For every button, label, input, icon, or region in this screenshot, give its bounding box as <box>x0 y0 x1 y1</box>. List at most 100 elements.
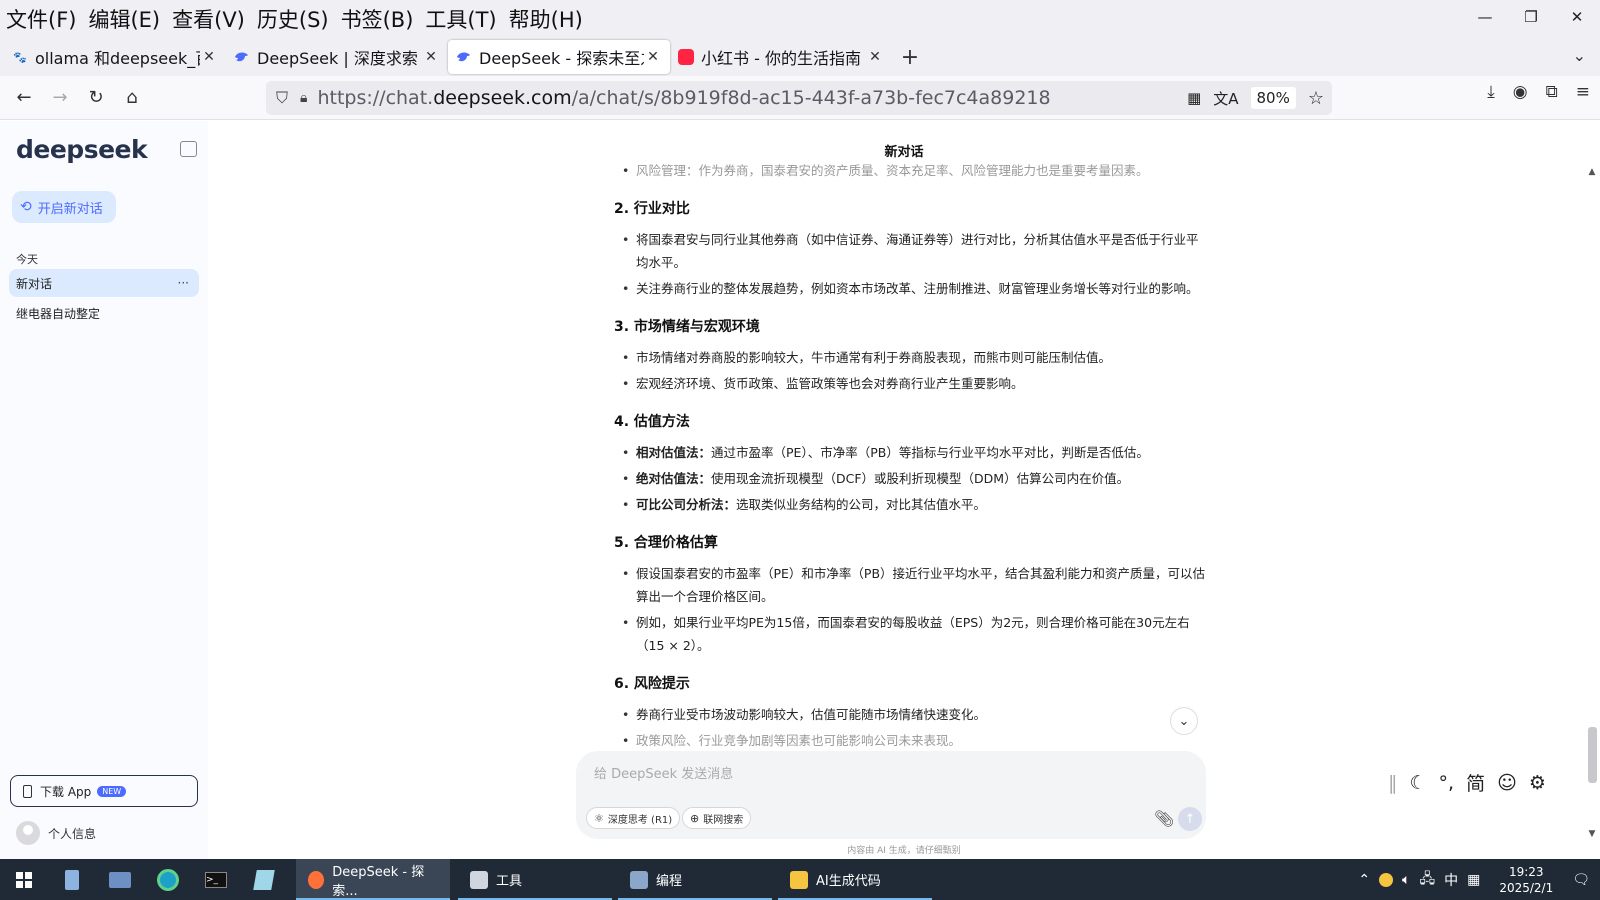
paperclip-icon[interactable]: 📎︎ <box>1154 809 1174 828</box>
section-heading: 3. 市场情绪与宏观环境 <box>614 319 760 335</box>
address-bar[interactable]: ⛉ 🔒︎ https://chat.deepseek.com/a/chat/s/… <box>266 81 1332 115</box>
notification-icon[interactable]: 🗨︎ <box>1572 872 1590 888</box>
firefox-icon <box>308 870 325 889</box>
close-tab-icon[interactable]: ✕ <box>422 49 440 65</box>
computer-icon[interactable] <box>96 859 144 900</box>
scrollbar-thumb[interactable] <box>1588 727 1597 783</box>
menu-edit[interactable]: 编辑(E) <box>82 4 166 34</box>
page-scrollbar[interactable]: ▲ ▼ <box>1586 167 1598 839</box>
taskbar-app-ai-code[interactable]: AI生成代码 <box>778 859 932 900</box>
extensions-icon[interactable]: ⧉ <box>1546 82 1558 102</box>
tab-xiaohongshu[interactable]: 小红书 - 你的生活指南 ✕ <box>670 40 892 74</box>
qr-code-icon[interactable]: ▦ <box>1187 89 1201 107</box>
menu-view[interactable]: 查看(V) <box>166 4 251 34</box>
minimize-button[interactable]: — <box>1462 0 1508 34</box>
download-app-button[interactable]: 下载 App NEW <box>10 775 198 807</box>
menu-help[interactable]: 帮助(H) <box>503 4 589 34</box>
translate-icon[interactable]: 文A <box>1213 88 1238 109</box>
back-button[interactable]: ← <box>6 82 42 114</box>
whale-icon <box>456 49 472 65</box>
punctuation-icon[interactable]: °, <box>1439 772 1455 794</box>
tab-title: ollama 和deepseek_百 <box>35 49 200 68</box>
edge-browser-icon[interactable] <box>144 859 192 900</box>
zoom-level[interactable]: 80% <box>1250 87 1296 109</box>
restore-button[interactable]: ❐ <box>1508 0 1554 34</box>
new-chat-button[interactable]: ⟲ 开启新对话 <box>12 191 116 223</box>
network-icon[interactable]: 🖧 <box>1419 868 1435 892</box>
menu-file[interactable]: 文件(F) <box>0 4 82 34</box>
new-badge: NEW <box>97 785 127 797</box>
avatar <box>16 821 40 845</box>
shield-icon[interactable]: ⛉ <box>276 88 288 108</box>
download-icon[interactable]: ⤓ <box>1487 82 1495 102</box>
download-app-label: 下载 App <box>40 784 92 799</box>
hamburger-menu-icon[interactable]: ≡ <box>1576 82 1590 102</box>
menu-tools[interactable]: 工具(T) <box>419 4 502 34</box>
deepseek-logo: deepseek <box>16 135 148 164</box>
close-window-button[interactable]: ✕ <box>1554 0 1600 34</box>
simplified-chinese-toggle[interactable]: 简 <box>1466 769 1485 796</box>
close-tab-icon[interactable]: ✕ <box>644 49 662 65</box>
terminal-icon[interactable]: >_ <box>192 859 240 900</box>
moon-icon[interactable]: ☾ <box>1410 772 1427 794</box>
menu-bookmarks[interactable]: 书签(B) <box>335 4 420 34</box>
message-input-box[interactable]: 给 DeepSeek 发送消息 ⚛ 深度思考 (R1) ⊕ 联网搜索 📎︎ ↑ <box>576 751 1206 839</box>
close-tab-icon[interactable]: ✕ <box>200 49 218 65</box>
tab-ollama[interactable]: 🐾 ollama 和deepseek_百 ✕ <box>4 40 226 74</box>
scroll-to-bottom-button[interactable]: ⌄ <box>1170 707 1198 735</box>
close-tab-icon[interactable]: ✕ <box>866 49 884 65</box>
input-language[interactable]: 中 <box>1444 870 1458 890</box>
taskbar-app-coding[interactable]: 编程 <box>618 859 772 900</box>
windows-start-icon[interactable] <box>0 859 48 900</box>
security-shield-icon[interactable] <box>1379 872 1394 887</box>
paw-icon: 🐾 <box>13 50 27 64</box>
forward-button[interactable]: → <box>42 82 78 114</box>
notes-app-icon[interactable] <box>240 859 288 900</box>
volume-icon[interactable]: 🔈︎ <box>1402 872 1410 888</box>
chevron-up-icon[interactable]: ⌃ <box>1358 872 1370 888</box>
profile-button[interactable]: 个人信息 <box>16 821 96 845</box>
sidebar-collapse-icon[interactable] <box>180 141 197 157</box>
list-item: 券商行业受市场波动影响较大，估值可能随市场情绪快速变化。 <box>614 703 1210 726</box>
tab-deepseek-chat[interactable]: DeepSeek - 探索未至之 ✕ <box>448 40 670 74</box>
atom-icon: ⚛ <box>594 811 604 825</box>
list-item: 市场情绪对券商股的影响较大，牛市通常有利于券商股表现，而熊市则可能压制估值。 <box>614 346 1210 369</box>
clock[interactable]: 19:23 2025/2/1 <box>1499 864 1553 896</box>
list-item: 假设国泰君安的市盈率（PE）和市净率（PB）接近行业平均水平，结合其盈利能力和资… <box>614 562 1210 608</box>
bookmark-star-icon[interactable]: ☆ <box>1308 88 1324 109</box>
message-input[interactable]: 给 DeepSeek 发送消息 <box>594 763 733 782</box>
web-search-toggle[interactable]: ⊕ 联网搜索 <box>682 807 752 829</box>
scroll-down-icon[interactable]: ▼ <box>1586 829 1598 839</box>
tab-deepseek-home[interactable]: DeepSeek | 深度求索 ✕ <box>226 40 448 74</box>
conversation-item[interactable]: 新对话 ··· <box>9 269 199 297</box>
scroll-up-icon[interactable]: ▲ <box>1586 167 1598 177</box>
deep-think-label: 深度思考 (R1) <box>607 814 673 826</box>
account-icon[interactable]: ◉ <box>1513 82 1528 102</box>
emoji-icon[interactable]: ☺ <box>1497 772 1517 794</box>
home-button[interactable]: ⌂ <box>114 82 150 114</box>
chevron-down-icon[interactable]: ⌄ <box>1573 46 1586 65</box>
deep-think-toggle[interactable]: ⚛ 深度思考 (R1) <box>586 807 681 829</box>
taskbar-app-firefox[interactable]: DeepSeek - 探索... <box>296 859 450 900</box>
system-tray: ⌃ 🔈︎ 🖧 中 ▦ 19:23 2025/2/1 🗨︎ <box>1358 859 1600 900</box>
ime-grid-icon[interactable]: ▦ <box>1467 872 1480 888</box>
list-item: 风险管理：作为券商，国泰君安的资产质量、资本充足率、风险管理能力也是重要考量因素… <box>614 159 1210 182</box>
lock-icon[interactable]: 🔒︎ <box>300 90 307 106</box>
more-options-icon[interactable]: ··· <box>178 276 189 290</box>
notepad-icon[interactable] <box>48 859 96 900</box>
new-tab-button[interactable]: + <box>892 45 928 70</box>
globe-icon: ⊕ <box>690 811 700 825</box>
ime-handle[interactable]: ‖ <box>1388 772 1398 794</box>
chat-title: 新对话 <box>884 145 924 160</box>
taskbar-app-tools[interactable]: 工具 <box>458 859 612 900</box>
send-button[interactable]: ↑ <box>1178 807 1202 831</box>
gear-icon[interactable]: ⚙ <box>1529 772 1546 794</box>
section-heading: 2. 行业对比 <box>614 201 690 217</box>
sidebar: deepseek ⟲ 开启新对话 今天 新对话 ··· 继电器自动整定 下载 A… <box>0 121 208 859</box>
conversation-item[interactable]: 继电器自动整定 <box>9 299 199 327</box>
window-controls: — ❐ ✕ <box>1462 0 1600 38</box>
reload-button[interactable]: ↻ <box>78 82 114 114</box>
menu-history[interactable]: 历史(S) <box>251 4 335 34</box>
taskbar-app-label: AI生成代码 <box>816 874 881 889</box>
tab-title: 小红书 - 你的生活指南 <box>701 49 861 68</box>
